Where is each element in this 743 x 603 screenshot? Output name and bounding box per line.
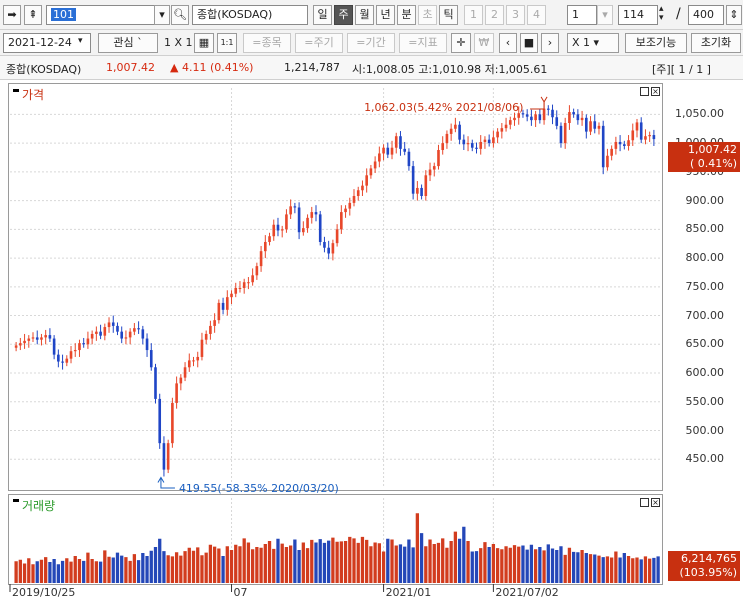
volume-close-icon[interactable]: ×	[651, 498, 660, 507]
price-maximize-icon[interactable]	[640, 87, 649, 96]
x-tick-label: 07	[233, 586, 248, 599]
info-volume: 1,214,787	[284, 61, 340, 74]
stop-button[interactable]: ■	[520, 33, 538, 53]
scroll-arrows-button[interactable]: ⇕	[726, 5, 742, 25]
max-price-annotation: 1,062.03(5.42% 2021/08/06)	[364, 101, 524, 114]
slash-separator: /	[676, 6, 681, 22]
pin-button[interactable]: ⇞	[24, 5, 42, 25]
price-y-tick: 600.00	[685, 366, 725, 380]
stop-icon: ■	[523, 36, 535, 49]
sub-item-0[interactable]: =종목	[243, 33, 291, 53]
price-close-icon[interactable]: ×	[651, 87, 660, 96]
price-y-tick: 750.00	[685, 279, 725, 293]
quote-info-bar: 종합(KOSDAQ) 1,007.42 ▲ 4.11 (0.41%) 1,214…	[0, 56, 743, 80]
volume-panel	[8, 494, 663, 585]
last-change-value: ( 0.41%)	[689, 157, 737, 170]
aux-function-button[interactable]: 보조기능	[625, 33, 687, 53]
search-icon: 🔍︎	[173, 8, 187, 21]
chevron-right-icon: ›	[547, 36, 553, 49]
period-button-1[interactable]: 주	[334, 5, 353, 25]
price-panel-marker	[13, 89, 19, 92]
period-button-2[interactable]: 월	[355, 5, 374, 25]
price-panel	[8, 83, 663, 491]
info-change: ▲ 4.11 (0.41%)	[170, 61, 254, 74]
period-button-5[interactable]: 초	[418, 5, 437, 25]
grid-layout-button[interactable]: ▦	[194, 33, 214, 53]
volume-panel-title: 거래량	[22, 499, 56, 513]
sub-item-2[interactable]: =기간	[347, 33, 395, 53]
sub-item-1[interactable]: =주기	[295, 33, 343, 53]
last-volume-tag: 6,214,765 (103.95%)	[668, 551, 740, 581]
interest-button[interactable]: 관심 `	[98, 33, 158, 53]
interval-button-0[interactable]: 1	[464, 5, 483, 25]
count-stepper-icon[interactable]: ▴ ▾	[659, 5, 664, 23]
price-y-tick: 900.00	[685, 193, 725, 207]
price-y-tick: 800.00	[685, 251, 725, 265]
stock-code-input[interactable]: 101	[46, 5, 156, 25]
volume-maximize-icon[interactable]	[640, 498, 649, 507]
crosshair-button[interactable]: ✛	[451, 33, 471, 53]
price-y-tick: 700.00	[685, 308, 725, 322]
x-select[interactable]: X 1 ▾	[567, 33, 619, 53]
info-name: 종합(KOSDAQ)	[6, 63, 82, 76]
price-panel-title: 가격	[22, 88, 45, 102]
x-tick-label: 2019/10/25	[12, 586, 76, 599]
info-price: 1,007.42	[106, 61, 155, 74]
next-button[interactable]: ›	[541, 33, 559, 53]
period-button-6[interactable]: 틱	[439, 5, 458, 25]
info-page: [주][ 1 / 1 ]	[652, 63, 711, 76]
price-y-tick: 550.00	[685, 394, 725, 408]
interval-button-3[interactable]: 4	[527, 5, 546, 25]
link-arrow-button[interactable]: ➡	[3, 5, 21, 25]
main-toolbar: ➡ ⇞ 101 ▾ 🔍︎ 종합(KOSDAQ) 일주월년분초틱1234 1 ▾ …	[0, 0, 743, 30]
total-input[interactable]: 400	[688, 5, 724, 25]
one-to-one-button[interactable]: 1:1	[217, 33, 237, 53]
x-select-label: X 1	[572, 36, 591, 49]
volume-panel-marker	[13, 499, 19, 502]
prev-button[interactable]: ‹	[499, 33, 517, 53]
price-y-tick: 450.00	[685, 452, 725, 466]
min-price-annotation: 419.55(-58.35% 2020/03/20)	[178, 482, 339, 495]
interval-button-2[interactable]: 3	[506, 5, 525, 25]
last-volume-pct: (103.95%)	[679, 566, 737, 579]
price-y-tick: 1,050.00	[675, 107, 724, 121]
code-dropdown-button[interactable]: ▾	[154, 5, 170, 25]
layout-label: 1 X 1	[164, 36, 193, 49]
interval-button-1[interactable]: 2	[485, 5, 504, 25]
stock-name-field: 종합(KOSDAQ)	[192, 5, 308, 25]
x-tick-label: 2021/01	[385, 586, 432, 599]
reset-button[interactable]: 초기화	[691, 33, 741, 53]
price-y-tick: 650.00	[685, 337, 725, 351]
period-button-0[interactable]: 일	[313, 5, 332, 25]
count-input[interactable]: 114	[618, 5, 658, 25]
grid-icon: ▦	[198, 36, 210, 49]
tick-select[interactable]: 1	[567, 5, 597, 25]
period-button-4[interactable]: 분	[397, 5, 416, 25]
price-y-tick: 850.00	[685, 222, 725, 236]
tick-dropdown-button[interactable]: ▾	[597, 5, 613, 25]
chevron-left-icon: ‹	[505, 36, 511, 49]
search-button[interactable]: 🔍︎	[171, 5, 189, 25]
stock-code-text: 101	[51, 8, 76, 21]
last-volume-value: 6,214,765	[681, 552, 737, 565]
last-price-tag: 1,007.42 ( 0.41%)	[668, 142, 740, 172]
info-ohlc: 시:1,008.05 고:1,010.98 저:1,005.61	[352, 63, 548, 76]
sub-toolbar: 2021-12-24 ▾ 관심 ` 1 X 1 ▦ 1:1 =종목 =주기 =기간 =…	[0, 30, 743, 56]
period-button-3[interactable]: 년	[376, 5, 395, 25]
won-button[interactable]: ₩	[474, 33, 494, 53]
sub-item-3[interactable]: =지표	[399, 33, 447, 53]
price-y-tick: 500.00	[685, 423, 725, 437]
crosshair-icon: ✛	[456, 36, 466, 49]
last-price-value: 1,007.42	[688, 143, 737, 156]
date-dropdown-icon[interactable]: ▾	[78, 36, 83, 46]
x-tick-label: 2021/07/02	[495, 586, 559, 599]
interest-label: 관심	[113, 36, 134, 49]
